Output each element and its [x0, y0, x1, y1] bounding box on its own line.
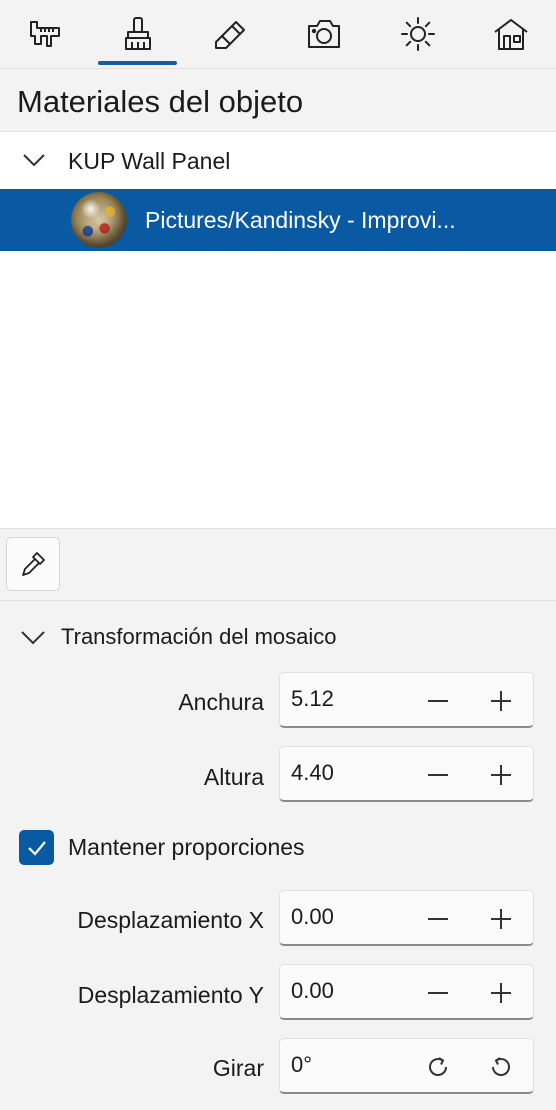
eyedropper-button[interactable]	[6, 537, 60, 591]
rotate-clockwise-button[interactable]	[418, 1047, 458, 1087]
tab-measure[interactable]	[5, 0, 85, 68]
rotate-clockwise-icon	[429, 1057, 447, 1076]
house-icon	[494, 19, 528, 50]
plus-icon	[491, 691, 511, 711]
offset-y-decrement-button[interactable]	[418, 973, 458, 1013]
checkmark-icon	[27, 840, 46, 856]
sun-icon	[401, 17, 435, 51]
rotate-label: Girar	[212, 1055, 264, 1081]
pencil-icon	[215, 21, 245, 49]
keep-proportions-label[interactable]: Mantener proporciones	[68, 832, 305, 862]
width-label: Anchura	[178, 689, 264, 715]
offset-y-increment-button[interactable]	[481, 973, 521, 1013]
offset-y-value[interactable]: 0.00	[291, 977, 334, 1005]
minus-icon	[428, 774, 448, 776]
tab-lighting[interactable]	[378, 0, 458, 68]
offset-x-field[interactable]: 0.00	[279, 890, 534, 946]
minus-icon	[428, 918, 448, 920]
offset-y-label: Desplazamiento Y	[77, 982, 264, 1008]
divider	[0, 600, 556, 601]
material-tree: KUP Wall Panel Pictures/Kandinsky - Impr…	[0, 131, 556, 529]
tab-materials[interactable]	[98, 0, 178, 68]
height-increment-button[interactable]	[481, 755, 521, 795]
width-field[interactable]: 5.12	[279, 672, 534, 728]
height-value[interactable]: 4.40	[291, 759, 334, 787]
tab-camera[interactable]	[284, 0, 364, 68]
keep-proportions-checkbox[interactable]	[19, 830, 54, 865]
tab-environment[interactable]	[471, 0, 551, 68]
height-field[interactable]: 4.40	[279, 746, 534, 802]
paint-brush-icon	[125, 17, 151, 50]
selected-tab-indicator	[98, 61, 177, 65]
width-increment-button[interactable]	[481, 681, 521, 721]
tree-item-selected-material[interactable]: Pictures/Kandinsky - Improvi...	[0, 189, 556, 251]
material-thumbnail	[71, 192, 127, 248]
minus-icon	[428, 700, 448, 702]
plus-icon	[491, 983, 511, 1003]
page-title: Materiales del objeto	[17, 84, 304, 119]
camera-icon	[308, 20, 340, 48]
offset-x-decrement-button[interactable]	[418, 899, 458, 939]
height-label: Altura	[203, 764, 264, 790]
width-value[interactable]: 5.12	[291, 685, 334, 713]
offset-x-label: Desplazamiento X	[77, 907, 264, 933]
offset-x-increment-button[interactable]	[481, 899, 521, 939]
rotate-field[interactable]: 0°	[279, 1038, 534, 1094]
eyedropper-icon	[22, 552, 45, 576]
chevron-down-icon[interactable]	[22, 150, 46, 170]
rotate-value[interactable]: 0°	[291, 1051, 312, 1079]
tile-transform-header[interactable]: Transformación del mosaico	[0, 615, 556, 659]
tab-edit[interactable]	[190, 0, 270, 68]
plus-icon	[491, 765, 511, 785]
toolbar	[0, 0, 556, 69]
tree-group-kup-wall-panel[interactable]: KUP Wall Panel	[0, 132, 556, 188]
width-decrement-button[interactable]	[418, 681, 458, 721]
height-decrement-button[interactable]	[418, 755, 458, 795]
caliper-icon	[30, 21, 60, 47]
tree-group-label: KUP Wall Panel	[68, 148, 231, 174]
chevron-down-icon[interactable]	[20, 626, 46, 648]
offset-y-field[interactable]: 0.00	[279, 964, 534, 1020]
tree-item-label: Pictures/Kandinsky - Improvi...	[145, 207, 456, 233]
plus-icon	[491, 909, 511, 929]
rotate-counterclockwise-button[interactable]	[481, 1047, 521, 1087]
section-label: Transformación del mosaico	[61, 624, 337, 649]
rotate-counterclockwise-icon	[492, 1057, 510, 1076]
minus-icon	[428, 992, 448, 994]
offset-x-value[interactable]: 0.00	[291, 903, 334, 931]
